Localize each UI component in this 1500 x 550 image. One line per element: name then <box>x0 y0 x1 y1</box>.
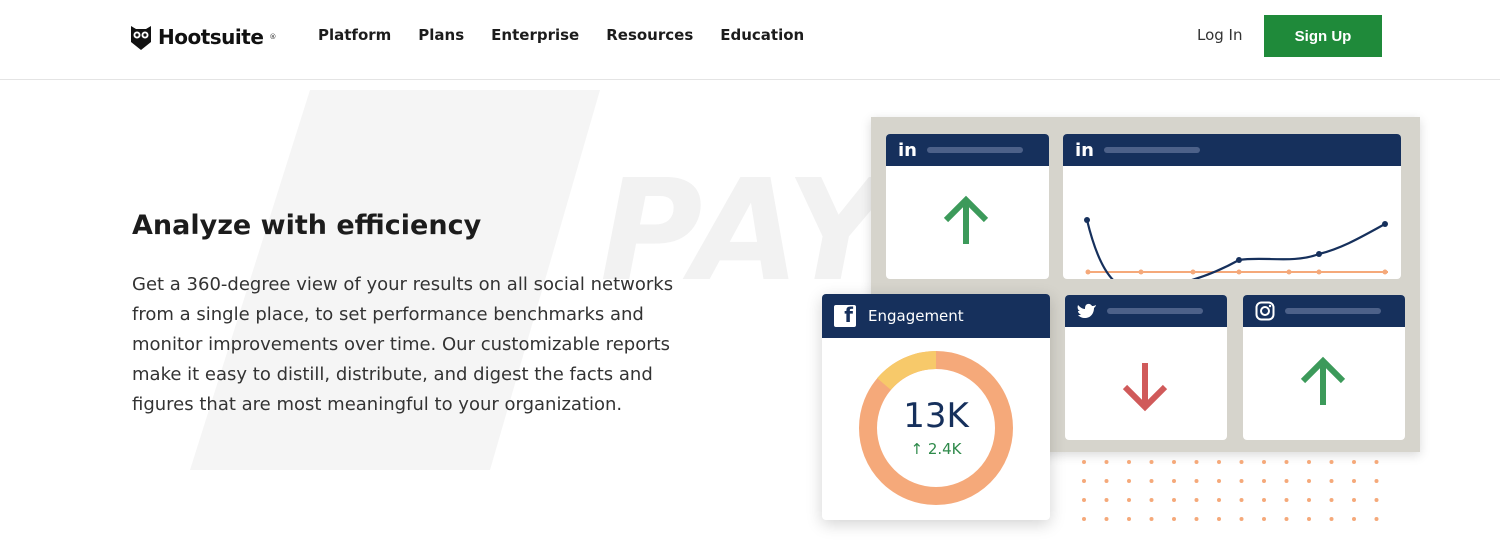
main-nav: Platform Plans Enterprise Resources Educ… <box>318 26 804 44</box>
decorative-dot <box>1239 479 1244 483</box>
decorative-dot-grid <box>1082 460 1379 521</box>
decorative-dot <box>1194 479 1199 483</box>
logo-registered-mark: ® <box>269 33 277 41</box>
header-placeholder-bar <box>926 147 1023 153</box>
decorative-dot <box>1329 460 1334 464</box>
hero-title: Analyze with efficiency <box>132 210 482 241</box>
decorative-dot <box>1374 460 1379 464</box>
decorative-dot <box>1352 479 1356 483</box>
engagement-label: Engagement <box>868 307 964 325</box>
decorative-dot <box>1374 498 1379 502</box>
logo-text: Hootsuite <box>158 25 264 49</box>
decorative-dot <box>1329 479 1334 483</box>
decorative-dot <box>1352 517 1356 521</box>
linkedin-chart-card: in <box>1063 134 1401 279</box>
decorative-dot <box>1194 460 1199 464</box>
decorative-dot <box>1329 498 1334 502</box>
card-header: in <box>1063 134 1401 166</box>
card-header <box>1243 295 1405 327</box>
linkedin-icon: in <box>898 139 917 161</box>
instagram-icon <box>1255 301 1275 321</box>
decorative-dot <box>1082 460 1086 464</box>
twitter-icon <box>1077 303 1096 318</box>
decorative-dot <box>1217 479 1221 483</box>
decorative-dot <box>1127 517 1131 521</box>
decorative-dot <box>1127 479 1131 483</box>
decorative-dot <box>1172 498 1176 502</box>
decorative-dot <box>1194 517 1199 521</box>
decorative-dot <box>1194 498 1199 502</box>
card-header <box>1065 295 1227 327</box>
nav-enterprise[interactable]: Enterprise <box>491 26 579 44</box>
decorative-dot <box>1172 517 1176 521</box>
decorative-dot <box>1082 498 1086 502</box>
nav-plans[interactable]: Plans <box>418 26 464 44</box>
decorative-dot <box>1217 517 1221 521</box>
decorative-dot <box>1352 498 1356 502</box>
hootsuite-owl-icon <box>131 26 151 50</box>
decorative-dot <box>1172 479 1176 483</box>
login-link[interactable]: Log In <box>1197 26 1243 44</box>
decorative-dot <box>1104 479 1109 483</box>
decorative-dot <box>1352 460 1356 464</box>
decorative-dot <box>1307 498 1311 502</box>
decorative-dot <box>1307 479 1311 483</box>
linkedin-icon: in <box>1075 139 1094 161</box>
decorative-dot <box>1104 517 1109 521</box>
nav-platform[interactable]: Platform <box>318 26 391 44</box>
engagement-card: f Engagement 13K ↑ 2.4K <box>822 294 1050 520</box>
decorative-dot <box>1217 460 1221 464</box>
arrow-up-icon <box>943 195 989 244</box>
decorative-dot <box>1284 479 1289 483</box>
decorative-dot <box>1239 517 1244 521</box>
decorative-dot <box>1374 517 1379 521</box>
arrow-up-icon <box>1300 356 1346 405</box>
decorative-dot <box>1172 460 1176 464</box>
decorative-dot <box>1149 517 1154 521</box>
decorative-dot <box>1262 498 1266 502</box>
linkedin-card-small: in <box>886 134 1049 279</box>
signup-button[interactable]: Sign Up <box>1264 15 1382 57</box>
decorative-dot <box>1284 517 1289 521</box>
header-placeholder-bar <box>1107 308 1203 314</box>
decorative-dot <box>1127 498 1131 502</box>
hero-description: Get a 360-degree view of your results on… <box>132 274 674 415</box>
decorative-dot <box>1329 517 1334 521</box>
facebook-icon: f <box>834 303 856 327</box>
engagement-delta: ↑ 2.4K <box>910 440 962 458</box>
decorative-dot <box>1104 460 1109 464</box>
site-header: Hootsuite ® Platform Plans Enterprise Res… <box>0 0 1500 80</box>
card-header: f Engagement <box>822 294 1050 338</box>
header-placeholder-bar <box>1285 308 1381 314</box>
decorative-dot <box>1149 498 1154 502</box>
decorative-dot <box>1239 460 1244 464</box>
decorative-dot <box>1104 498 1109 502</box>
decorative-dot <box>1082 517 1086 521</box>
arrow-down-icon <box>1122 363 1168 412</box>
decorative-dot <box>1239 498 1244 502</box>
header-placeholder-bar <box>1103 147 1200 153</box>
decorative-dot <box>1284 498 1289 502</box>
decorative-dot <box>1149 479 1154 483</box>
decorative-dot <box>1307 517 1311 521</box>
decorative-dot <box>1127 460 1131 464</box>
nav-resources[interactable]: Resources <box>606 26 693 44</box>
decorative-dot <box>1149 460 1154 464</box>
trend-line-chart <box>1084 217 1388 279</box>
decorative-dot <box>1082 479 1086 483</box>
nav-education[interactable]: Education <box>720 26 804 44</box>
decorative-dot <box>1284 460 1289 464</box>
decorative-dot <box>1217 498 1221 502</box>
decorative-dot <box>1262 517 1266 521</box>
hootsuite-logo[interactable]: Hootsuite ® <box>130 24 276 50</box>
decorative-dot <box>1262 479 1266 483</box>
instagram-card <box>1243 295 1405 440</box>
decorative-dot <box>1307 460 1311 464</box>
twitter-card <box>1065 295 1227 440</box>
decorative-dot <box>1374 479 1379 483</box>
engagement-value: 13K <box>903 396 969 436</box>
card-header: in <box>886 134 1049 166</box>
decorative-dot <box>1262 460 1266 464</box>
